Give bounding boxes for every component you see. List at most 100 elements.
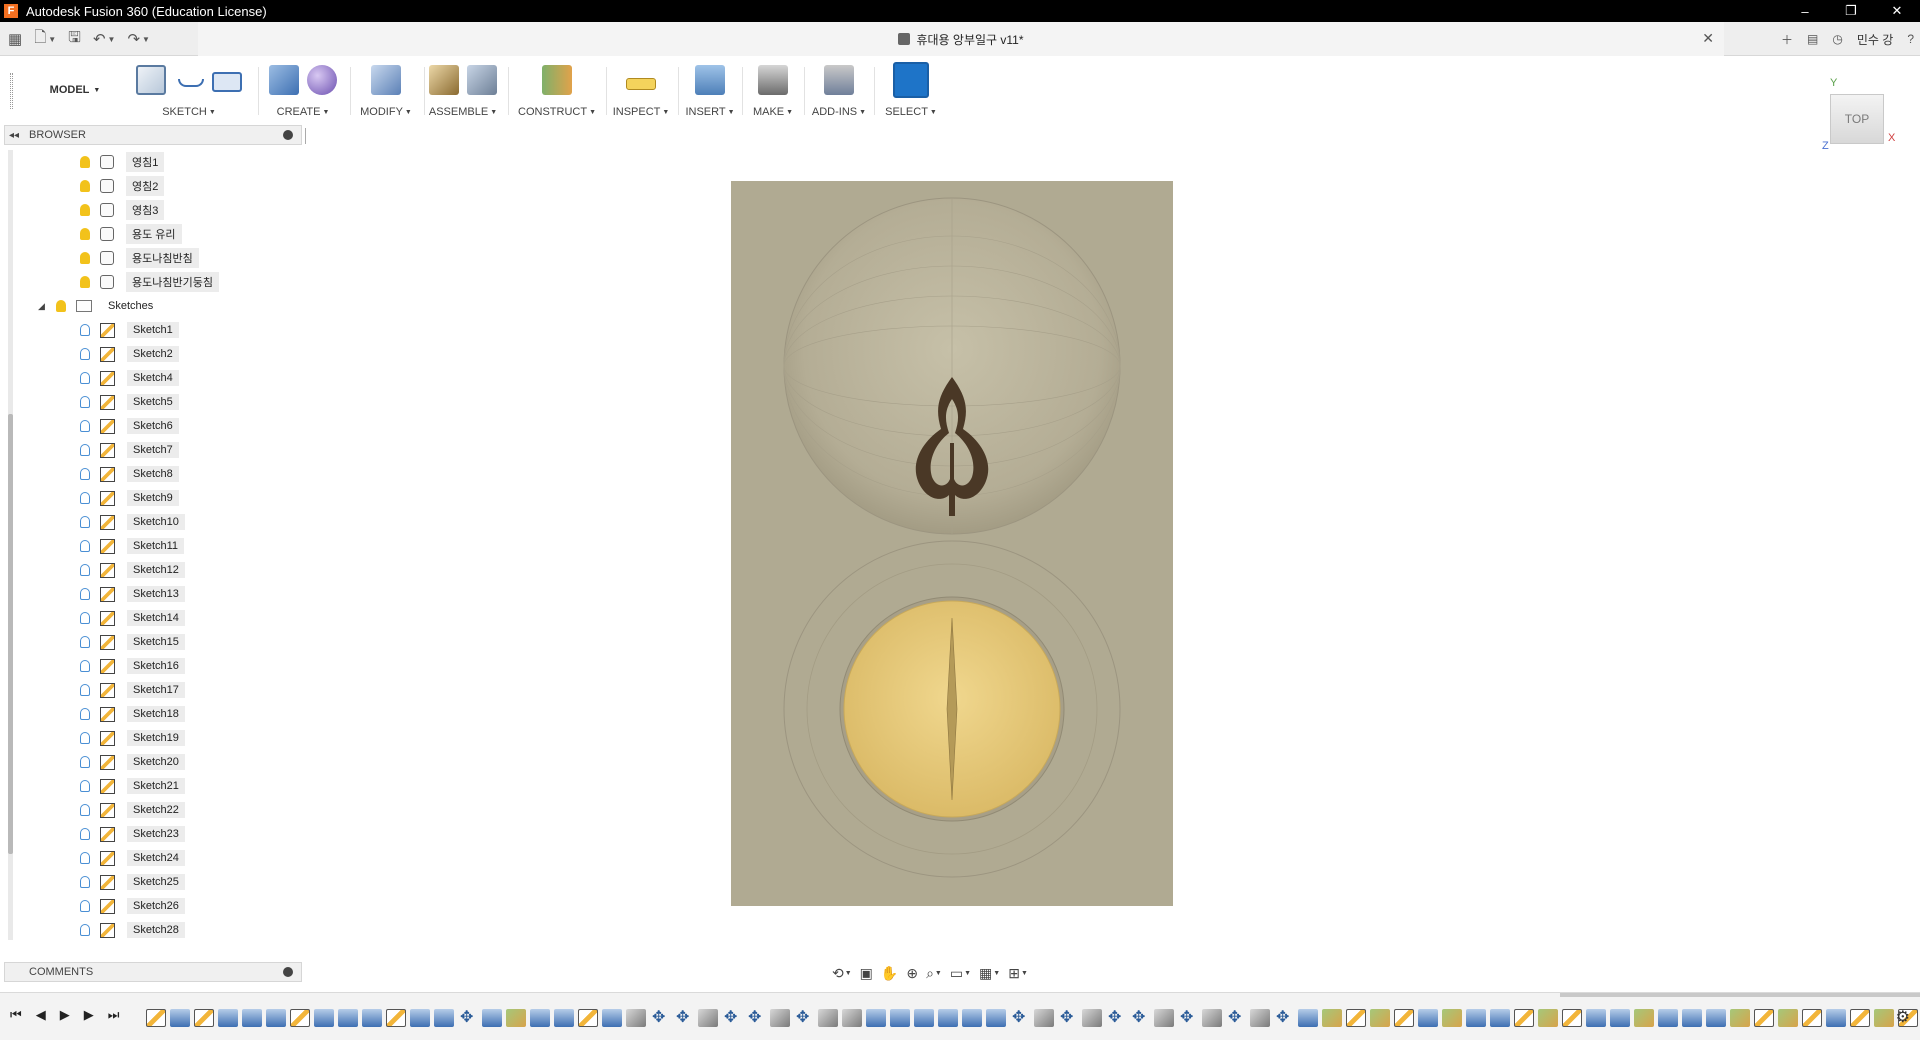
tree-sketch-item[interactable]: Sketch28 — [80, 919, 185, 941]
timeline-revolve-icon[interactable] — [506, 1009, 526, 1027]
tree-sketch-item[interactable]: Sketch17 — [80, 679, 185, 701]
tree-sketch-item[interactable]: Sketch18 — [80, 703, 185, 725]
timeline-move-icon[interactable] — [1130, 1007, 1150, 1027]
tree-sketch-item[interactable]: Sketch14 — [80, 607, 185, 629]
timeline-move-icon[interactable] — [1058, 1007, 1078, 1027]
timeline-joint-icon[interactable] — [842, 1009, 862, 1027]
scrollbar-thumb[interactable] — [8, 414, 13, 854]
grid-settings-icon[interactable]: ▦ ▼ — [979, 965, 1000, 982]
tree-sketch-item[interactable]: Sketch9 — [80, 487, 179, 509]
restore-button[interactable]: ❐ — [1828, 0, 1874, 22]
zoom-window-icon[interactable]: ⌕ ▼ — [926, 965, 942, 982]
plus-icon[interactable]: ＋ — [1781, 31, 1793, 48]
add-comment-icon[interactable] — [283, 967, 293, 977]
timeline-extrude-icon[interactable] — [1682, 1009, 1702, 1027]
visibility-bulb-icon[interactable] — [80, 804, 90, 816]
visibility-bulb-icon[interactable] — [80, 708, 90, 720]
visibility-bulb-icon[interactable] — [56, 300, 66, 312]
close-window-button[interactable]: ✕ — [1874, 0, 1920, 22]
new-component-icon[interactable] — [429, 65, 459, 95]
timeline-joint-icon[interactable] — [626, 1009, 646, 1027]
insert-image-icon[interactable] — [695, 65, 725, 95]
visibility-bulb-icon[interactable] — [80, 876, 90, 888]
addins-menu[interactable]: ADD-INS ▼ — [812, 103, 866, 121]
timeline-revolve-icon[interactable] — [1322, 1009, 1342, 1027]
grid-icon[interactable]: ▦ — [4, 27, 26, 51]
visibility-bulb-icon[interactable] — [80, 396, 90, 408]
visibility-bulb-icon[interactable] — [80, 348, 90, 360]
history-icon[interactable]: ◷ — [1832, 32, 1842, 46]
tree-sketch-item[interactable]: Sketch24 — [80, 847, 185, 869]
tree-sketch-item[interactable]: Sketch22 — [80, 799, 185, 821]
timeline-joint-icon[interactable] — [770, 1009, 790, 1027]
tree-sketch-item[interactable]: Sketch25 — [80, 871, 185, 893]
timeline-move-icon[interactable] — [458, 1007, 478, 1027]
timeline-revolve-icon[interactable] — [1370, 1009, 1390, 1027]
visibility-bulb-icon[interactable] — [80, 564, 90, 576]
timeline-extrude-icon[interactable] — [938, 1009, 958, 1027]
construct-menu[interactable]: CONSTRUCT ▼ — [518, 103, 596, 121]
timeline-extrude-icon[interactable] — [1586, 1009, 1606, 1027]
next-step-icon[interactable]: ▶ — [84, 1007, 94, 1023]
tree-folder-sketches[interactable]: ◢ Sketches — [38, 295, 159, 317]
timeline-revolve-icon[interactable] — [1634, 1009, 1654, 1027]
timeline-extrude-icon[interactable] — [410, 1009, 430, 1027]
tree-body-item[interactable]: 용도나침반침 — [80, 247, 199, 269]
modify-menu[interactable]: MODIFY ▼ — [360, 103, 412, 121]
timeline-revolve-icon[interactable] — [1874, 1009, 1894, 1027]
redo-icon[interactable]: ↷ ▼ — [123, 27, 154, 51]
timeline-move-icon[interactable] — [746, 1007, 766, 1027]
timeline-move-icon[interactable] — [674, 1007, 694, 1027]
timeline-sketch-icon[interactable] — [1394, 1009, 1414, 1027]
timeline-extrude-icon[interactable] — [482, 1009, 502, 1027]
collapse-folder-icon[interactable]: ◢ — [38, 301, 50, 312]
visibility-bulb-icon[interactable] — [80, 684, 90, 696]
timeline-sketch-icon[interactable] — [1562, 1009, 1582, 1027]
first-step-icon[interactable]: ⏮ — [10, 1007, 22, 1023]
select-menu[interactable]: SELECT ▼ — [885, 103, 937, 121]
tree-sketch-item[interactable]: Sketch5 — [80, 391, 179, 413]
timeline-sketch-icon[interactable] — [1850, 1009, 1870, 1027]
timeline-joint-icon[interactable] — [1250, 1009, 1270, 1027]
timeline-extrude-icon[interactable] — [1826, 1009, 1846, 1027]
document-tab[interactable]: 휴대용 앙부일구 v11* ✕ — [198, 22, 1724, 56]
visibility-bulb-icon[interactable] — [80, 324, 90, 336]
visibility-bulb-icon[interactable] — [80, 276, 90, 288]
visibility-bulb-icon[interactable] — [80, 924, 90, 936]
visibility-bulb-icon[interactable] — [80, 660, 90, 672]
timeline-extrude-icon[interactable] — [866, 1009, 886, 1027]
tree-sketch-item[interactable]: Sketch2 — [80, 343, 179, 365]
make-menu[interactable]: MAKE ▼ — [753, 103, 793, 121]
browser-pin-icon[interactable] — [283, 130, 293, 140]
timeline-extrude-icon[interactable] — [962, 1009, 982, 1027]
tree-sketch-item[interactable]: Sketch10 — [80, 511, 185, 533]
visibility-bulb-icon[interactable] — [80, 756, 90, 768]
timeline-joint-icon[interactable] — [1034, 1009, 1054, 1027]
assemble-menu[interactable]: ASSEMBLE ▼ — [429, 103, 497, 121]
timeline-extrude-icon[interactable] — [890, 1009, 910, 1027]
measure-icon[interactable] — [626, 78, 656, 90]
timeline-joint-icon[interactable] — [818, 1009, 838, 1027]
timeline-revolve-icon[interactable] — [1730, 1009, 1750, 1027]
user-name[interactable]: 민수 강 — [1857, 31, 1893, 48]
timeline-revolve-icon[interactable] — [1778, 1009, 1798, 1027]
sphere-icon[interactable] — [307, 65, 337, 95]
visibility-bulb-icon[interactable] — [80, 372, 90, 384]
timeline-move-icon[interactable] — [1010, 1007, 1030, 1027]
file-icon[interactable]: 🗋 ▼ — [30, 27, 60, 51]
tree-sketch-item[interactable]: Sketch23 — [80, 823, 185, 845]
tree-sketch-item[interactable]: Sketch8 — [80, 463, 179, 485]
timeline-joint-icon[interactable] — [698, 1009, 718, 1027]
visibility-bulb-icon[interactable] — [80, 180, 90, 192]
play-icon[interactable]: ▶ — [60, 1007, 70, 1023]
timeline-extrude-icon[interactable] — [266, 1009, 286, 1027]
timeline-extrude-icon[interactable] — [986, 1009, 1006, 1027]
tree-sketch-item[interactable]: Sketch6 — [80, 415, 179, 437]
previous-step-icon[interactable]: ◀ — [36, 1007, 46, 1023]
tree-sketch-item[interactable]: Sketch13 — [80, 583, 185, 605]
tree-body-item[interactable]: 영침3 — [80, 199, 165, 221]
timeline-extrude-icon[interactable] — [914, 1009, 934, 1027]
help-icon[interactable]: ? — [1907, 32, 1914, 46]
visibility-bulb-icon[interactable] — [80, 828, 90, 840]
timeline-sketch-icon[interactable] — [194, 1009, 214, 1027]
